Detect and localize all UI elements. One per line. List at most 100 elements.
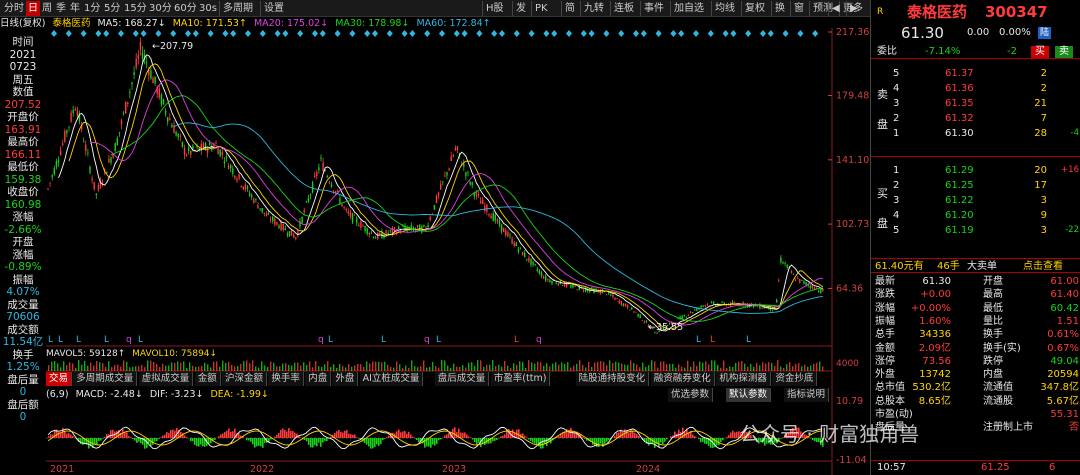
period-9[interactable]: 60分 [172, 1, 199, 16]
period-1[interactable]: 日 [26, 1, 40, 16]
indicator-tab-12[interactable]: 融资融券变化 [650, 372, 715, 386]
indicator-tab-14[interactable]: 资金抄底 [772, 372, 818, 386]
toolbar-extra-0[interactable]: 多周期 [219, 1, 256, 16]
param-button-0[interactable]: 优选参数 [668, 388, 714, 402]
macd-bar [400, 432, 402, 438]
stat-value: 530.2亿 [912, 382, 951, 394]
info-row: 11.54亿 [2, 336, 44, 348]
indicator-tab-0[interactable]: 交易 [46, 372, 73, 386]
macd-bar [132, 438, 134, 440]
volume-bar [753, 366, 755, 371]
macd-bar [164, 434, 166, 438]
candle-body [217, 148, 219, 155]
toolbar-tool-7[interactable]: 加自选 [670, 1, 707, 16]
stat-value: 20594 [1047, 369, 1079, 381]
volume-bar [801, 366, 803, 371]
candle-body [540, 272, 543, 277]
volume-bar [711, 360, 713, 371]
chart-type-label[interactable]: 日线(复权) [0, 18, 45, 29]
kline-chart[interactable]: 217.36 179.48 141.10 102.73 64.36 ←207.79 ←35.… [46, 28, 870, 475]
macd-bar [306, 438, 308, 442]
param-button-1[interactable]: 默认参数 [726, 388, 772, 402]
volume-bar [369, 363, 371, 371]
candle-body [282, 223, 284, 230]
candle-body [347, 211, 349, 214]
scroll-right-icon[interactable]: ▶ [846, 1, 861, 16]
macd-bar [388, 435, 390, 438]
candle-body [225, 156, 228, 158]
order-level: 3 61.35 21 [871, 97, 1080, 111]
toolbar-tool-5[interactable]: 连板 [610, 1, 637, 16]
indicator-tab-4[interactable]: 沪深金额 [222, 372, 268, 386]
toolbar-tool-11[interactable]: 窗 [790, 1, 807, 16]
volume-bar [81, 364, 83, 371]
candle-body [784, 263, 786, 264]
candle-body [822, 289, 824, 291]
period-2[interactable]: 周 [40, 1, 54, 16]
indicator-tab-10[interactable]: 市盈率(ttm) [490, 372, 551, 386]
candle-body [93, 182, 95, 190]
param-button-2[interactable]: 指标说明 [784, 388, 830, 402]
period-8[interactable]: 30分 [147, 1, 174, 16]
volume-bar [294, 362, 296, 371]
candle-body [620, 301, 622, 305]
period-4[interactable]: 年 [68, 1, 82, 16]
indicator-tab-5[interactable]: 换手率 [268, 372, 304, 386]
cursor-info-panel: 时间 2021 0723 周五 数值 207.52 开盘价 163.91 最高价 166.11 最低… [0, 36, 46, 424]
volume-bar [102, 363, 104, 371]
time-axis-label: 2023 [442, 464, 466, 475]
indicator-tab-11[interactable]: 陆股通持股变化 [575, 372, 650, 386]
volume-bar [396, 361, 398, 371]
sell-button[interactable]: 卖 [1055, 46, 1073, 58]
indicator-tab-7[interactable]: 外盘 [332, 372, 359, 386]
ma5-line [58, 54, 824, 332]
indicator-tab-2[interactable]: 虚拟成交量 [138, 372, 194, 386]
info-row: 收盘价 [7, 186, 39, 198]
toolbar-tool-1[interactable]: 发 [512, 1, 529, 16]
indicator-tab-6[interactable]: 内盘 [305, 372, 332, 386]
toolbar-tool-8[interactable]: 均线 [711, 1, 738, 16]
toolbar-tool-4[interactable]: 九转 [580, 1, 607, 16]
indicator-tab-1[interactable]: 多周期成交量 [73, 372, 138, 386]
time-axis-label: 2022 [250, 464, 274, 475]
level-price: 61.36 [945, 83, 974, 94]
volume-bar [429, 366, 431, 371]
volume-bar [678, 364, 680, 371]
volume-bar [774, 366, 776, 371]
candle-body [626, 305, 629, 309]
toolbar-tool-0[interactable]: H股 [482, 1, 507, 16]
candle-body [505, 230, 507, 236]
indicator-tab-9[interactable]: 盘后成交量 [434, 372, 490, 386]
toolbar-tool-10[interactable]: 换 [771, 1, 788, 16]
volume-bar [522, 361, 524, 371]
candle-body [108, 158, 110, 163]
macd-bar [88, 438, 90, 449]
period-7[interactable]: 15分 [122, 1, 149, 16]
toolbar-tool-9[interactable]: 复权 [741, 1, 768, 16]
buy-button[interactable]: 买 [1031, 46, 1049, 58]
indicator-tab-8[interactable]: AI立桩成交量 [359, 372, 424, 386]
period-0[interactable]: 分时 [2, 1, 26, 16]
macd-bar [340, 431, 342, 438]
indicator-tab-13[interactable]: 机构探测器 [716, 372, 771, 386]
candle-body [324, 170, 326, 172]
period-3[interactable]: 季 [54, 1, 68, 16]
toolbar-tool-2[interactable]: PK [531, 1, 551, 16]
toolbar-tool-3[interactable]: 简 [561, 1, 578, 16]
macd-bar [720, 438, 722, 442]
period-10[interactable]: 30s [197, 1, 219, 16]
volume-bar [543, 365, 545, 371]
toolbar-extra-1[interactable]: 设置 [260, 1, 287, 16]
bigorder-link[interactable]: 点击查看 [1023, 259, 1063, 274]
toolbar-tool-6[interactable]: 事件 [640, 1, 667, 16]
indicator-tab-3[interactable]: 金额 [194, 372, 221, 386]
candle-body [631, 307, 633, 310]
candle-body [442, 181, 444, 183]
macd-bar [636, 434, 638, 438]
period-6[interactable]: 5分 [102, 1, 122, 16]
volume-bar [66, 365, 68, 371]
period-5[interactable]: 1分 [82, 1, 102, 16]
stat-value: 0.67% [1047, 342, 1079, 354]
candle-body [801, 279, 803, 281]
scroll-left-icon[interactable]: ◀ [828, 1, 843, 16]
